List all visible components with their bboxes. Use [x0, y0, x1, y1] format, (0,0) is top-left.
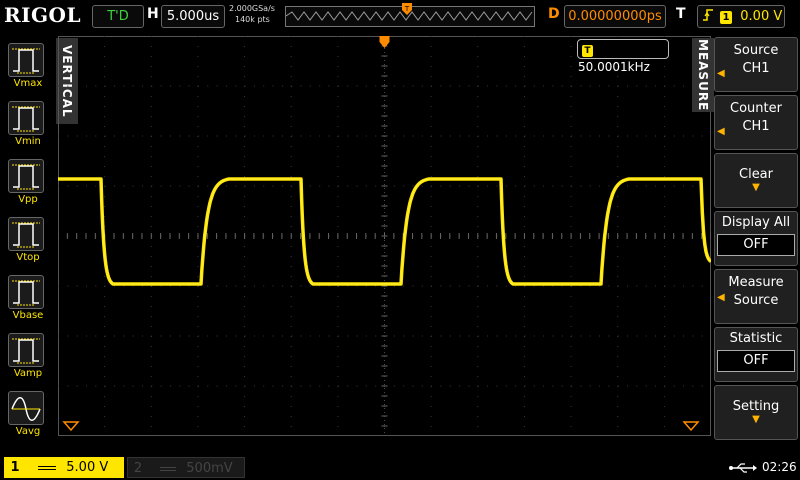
dc-coupling-icon	[38, 465, 57, 470]
trigger-label: T	[676, 6, 686, 22]
clear-title: Clear	[739, 167, 773, 182]
left-arrow-icon: ◀	[717, 292, 725, 303]
ch1-number: 1	[10, 460, 20, 475]
counter-value: CH1	[742, 119, 770, 134]
display-all-value: OFF	[717, 234, 795, 256]
trigger-time-marker-icon	[379, 36, 390, 48]
ch2-number: 2	[133, 461, 143, 476]
measure-vamp-button[interactable]: Vamp	[8, 333, 48, 383]
statistic-softkey[interactable]: Statistic OFF	[714, 327, 798, 382]
delay-value[interactable]: 0.00000000ps	[564, 5, 666, 28]
ch2-scale: 500mV	[186, 461, 233, 476]
source-title: Source	[733, 43, 779, 58]
setting-title: Setting	[732, 399, 780, 414]
clear-softkey[interactable]: Clear ▼	[714, 153, 798, 208]
rising-edge-icon	[703, 9, 713, 21]
system-clock: 02:26	[762, 460, 797, 474]
vamp-icon	[8, 333, 44, 367]
trigger-level: 0.00 V	[740, 9, 783, 24]
bottom-status-bar: 1 5.00 V 2 500mV 02:26	[0, 455, 800, 480]
trigger-channel-chip: 1	[720, 11, 733, 24]
sample-rate: 2.000GSa/s	[229, 4, 275, 13]
dc-coupling-icon	[160, 466, 177, 471]
measure-label: Vamp	[13, 368, 43, 379]
counter-title: Counter	[730, 101, 782, 116]
timebase-value[interactable]: 5.000us	[161, 5, 225, 28]
left-arrow-icon: ◀	[717, 126, 725, 137]
display-all-title: Display All	[721, 215, 791, 230]
top-status-bar: RIGOL T'D H 5.000us 2.000GSa/s 140k pts …	[0, 0, 800, 32]
right-edge-marker-icon	[682, 421, 700, 432]
timebase-label: H	[147, 6, 159, 22]
counter-trigger-chip: T	[582, 45, 593, 57]
left-arrow-icon: ◀	[717, 68, 725, 79]
counter-softkey[interactable]: Counter ◀ CH1	[714, 95, 798, 150]
setting-softkey[interactable]: Setting ▼	[714, 385, 798, 440]
waveform-display[interactable]	[57, 35, 713, 436]
brand-logo: RIGOL	[4, 3, 82, 27]
measure-vtop-button[interactable]: Vtop	[8, 217, 48, 267]
statistic-title: Statistic	[729, 331, 783, 346]
measure-vavg-button[interactable]: Vavg	[8, 391, 48, 441]
svg-text:T: T	[404, 5, 410, 13]
run-status-badge[interactable]: T'D	[92, 5, 144, 28]
delay-label: D	[548, 6, 560, 22]
measure-source-softkey[interactable]: Measure ◀ Source	[714, 269, 798, 324]
memory-depth: 140k pts	[235, 15, 270, 24]
vmax-icon	[8, 43, 44, 77]
measure-label: Vbase	[12, 310, 44, 321]
measure-vmin-button[interactable]: Vmin	[8, 101, 48, 151]
source-value: CH1	[742, 61, 770, 76]
measure-vpp-button[interactable]: Vpp	[8, 159, 48, 209]
statistic-value: OFF	[717, 350, 795, 372]
measure-label: Vmax	[13, 78, 43, 89]
measure-source-line1: Measure	[728, 275, 784, 290]
measure-source-line2: Source	[733, 293, 779, 308]
frequency-counter-readout[interactable]: T 50.0001kHz	[577, 39, 669, 74]
down-arrow-icon: ▼	[752, 414, 760, 425]
vavg-icon	[8, 391, 44, 425]
measure-label: Vtop	[16, 252, 40, 263]
down-arrow-icon: ▼	[752, 182, 760, 193]
measure-label: Vavg	[15, 426, 41, 437]
ch1-scale: 5.00 V	[66, 460, 109, 475]
acquisition-info: 2.000GSa/s 140k pts	[229, 3, 275, 25]
measure-tab[interactable]: MEASURE	[692, 38, 714, 112]
display-all-softkey[interactable]: Display All OFF	[714, 211, 798, 266]
left-edge-marker-icon	[62, 421, 80, 432]
vbase-icon	[8, 275, 44, 309]
graticule	[57, 35, 713, 436]
ch1-scale-badge[interactable]: 1 5.00 V	[4, 457, 124, 478]
source-softkey[interactable]: Source ◀ CH1	[714, 37, 798, 92]
measure-label: Vmin	[15, 136, 41, 147]
ch2-scale-badge[interactable]: 2 500mV	[127, 457, 245, 478]
trigger-setting[interactable]: 1 0.00 V	[697, 5, 785, 28]
vtop-icon	[8, 217, 44, 251]
usb-icon	[729, 463, 757, 473]
measure-vbase-button[interactable]: Vbase	[8, 275, 48, 325]
vpp-icon	[8, 159, 44, 193]
frequency-value: 50.0001kHz	[578, 60, 650, 74]
measure-vmax-button[interactable]: Vmax	[8, 43, 48, 93]
measure-label: Vpp	[18, 194, 38, 205]
trigger-position-marker-icon[interactable]: T	[402, 3, 412, 15]
vmin-icon	[8, 101, 44, 135]
